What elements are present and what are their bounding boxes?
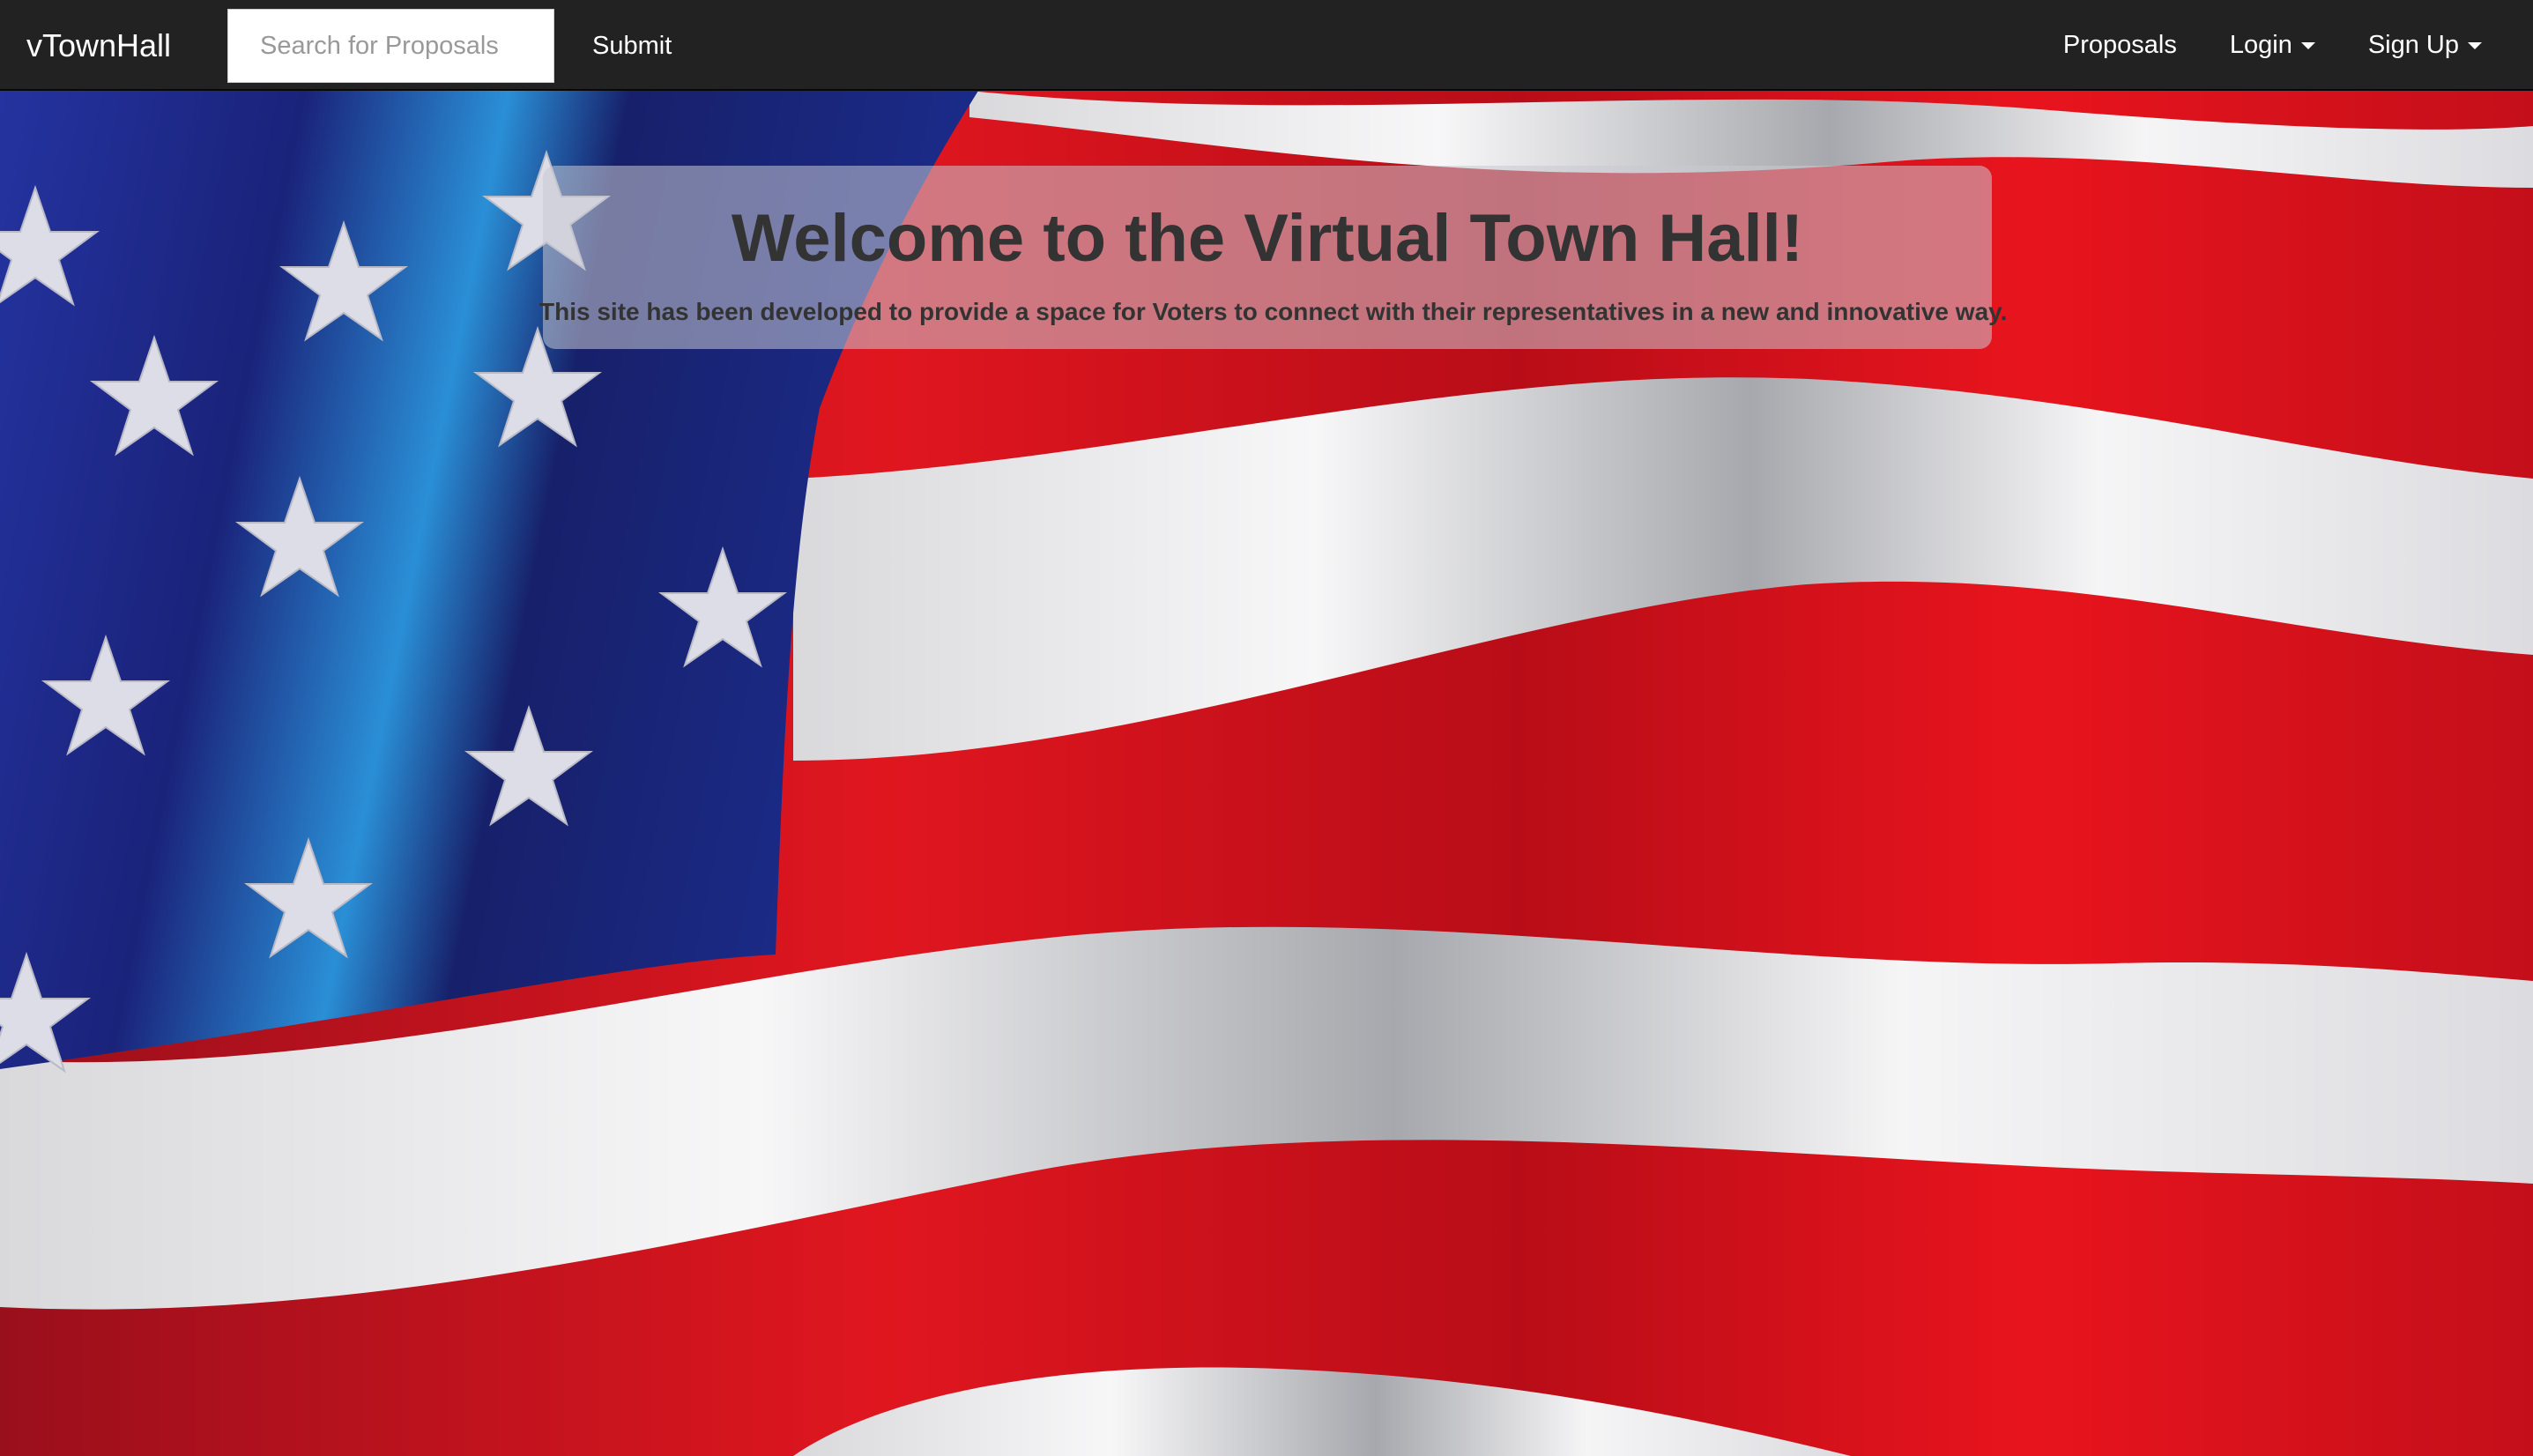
- nav-proposals-label: Proposals: [2062, 31, 2177, 59]
- nav-login-dropdown[interactable]: Login: [2203, 0, 2342, 91]
- welcome-jumbotron: Welcome to the Virtual Town Hall! This s…: [539, 166, 2007, 349]
- search-proposals-input[interactable]: [227, 9, 554, 83]
- top-navbar: vTownHall Submit Proposals Login Sign Up: [0, 0, 2533, 91]
- page: vTownHall Submit Proposals Login Sign Up…: [0, 0, 2533, 1456]
- caret-down-icon: [2300, 41, 2315, 49]
- hero-title: Welcome to the Virtual Town Hall!: [731, 201, 1804, 276]
- search-submit-button[interactable]: Submit: [573, 9, 691, 83]
- hero-subtitle: This site has been developed to provide …: [539, 298, 2008, 325]
- nav-login-label: Login: [2229, 31, 2292, 59]
- nav-signup-label: Sign Up: [2367, 31, 2459, 59]
- brand-logo-link[interactable]: vTownHall: [26, 0, 171, 91]
- nav-proposals-link[interactable]: Proposals: [2037, 0, 2203, 91]
- caret-down-icon: [2468, 41, 2482, 49]
- nav-signup-dropdown[interactable]: Sign Up: [2342, 0, 2508, 91]
- nav-links: Proposals Login Sign Up: [2037, 0, 2508, 91]
